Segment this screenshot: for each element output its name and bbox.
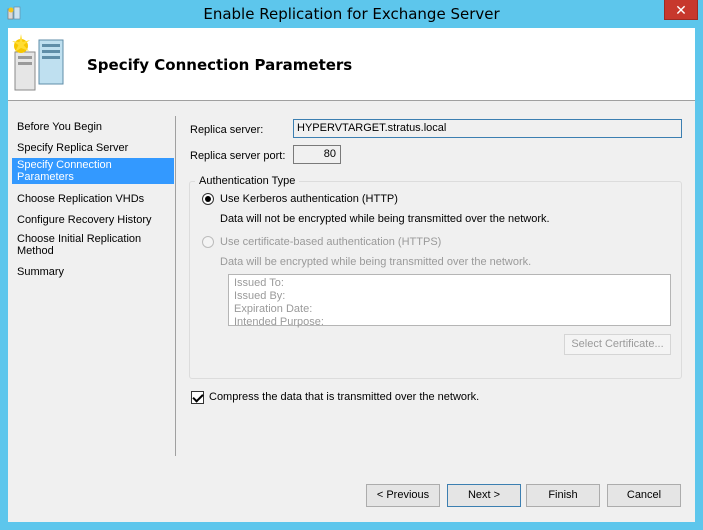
compress-checkbox[interactable] — [191, 391, 204, 404]
select-certificate-button[interactable]: Select Certificate... — [564, 334, 671, 355]
finish-button[interactable]: Finish — [526, 484, 600, 507]
nav-item-configure-recovery-history[interactable]: Configure Recovery History — [12, 213, 174, 227]
dialog-client-area: Specify Connection Parameters Before You… — [8, 28, 695, 522]
certificate-note: Data will be encrypted while being trans… — [220, 256, 532, 268]
replica-port-label: Replica server port: — [190, 150, 286, 162]
replica-server-field[interactable]: HYPERVTARGET.stratus.local — [293, 119, 682, 138]
nav-item-specify-connection-parameters[interactable]: Specify Connection Parameters — [12, 158, 174, 184]
cert-intended-purpose: Intended Purpose: — [234, 316, 324, 328]
wizard-steps-nav: Before You Begin Specify Replica Server … — [8, 102, 176, 442]
nav-item-choose-replication-vhds[interactable]: Choose Replication VHDs — [12, 192, 174, 206]
server-wizard-icon — [12, 34, 64, 91]
certificate-details-box: Issued To: Issued By: Expiration Date: I… — [228, 274, 671, 328]
previous-button[interactable]: < Previous — [366, 484, 440, 507]
certificate-label[interactable]: Use certificate-based authentication (HT… — [220, 236, 441, 248]
replica-port-field[interactable]: 80 — [293, 145, 341, 164]
nav-item-before-you-begin[interactable]: Before You Begin — [12, 120, 174, 134]
nav-divider — [175, 116, 176, 456]
window-title: Enable Replication for Exchange Server — [203, 5, 500, 23]
next-button[interactable]: Next > — [447, 484, 521, 507]
kerberos-note: Data will not be encrypted while being t… — [220, 213, 550, 225]
cert-issued-by: Issued By: — [234, 290, 286, 302]
kerberos-label[interactable]: Use Kerberos authentication (HTTP) — [220, 193, 398, 205]
authentication-group-title: Authentication Type — [195, 175, 300, 187]
dialog-window: Enable Replication for Exchange Server ✕… — [0, 0, 703, 530]
close-icon: ✕ — [675, 2, 687, 18]
kerberos-radio[interactable] — [202, 193, 214, 205]
wizard-header: Specify Connection Parameters — [8, 28, 695, 101]
nav-item-specify-replica-server[interactable]: Specify Replica Server — [12, 141, 174, 155]
cancel-button[interactable]: Cancel — [607, 484, 681, 507]
compress-label[interactable]: Compress the data that is transmitted ov… — [209, 391, 479, 403]
nav-item-summary[interactable]: Summary — [12, 265, 174, 279]
nav-item-choose-initial-replication-method[interactable]: Choose Initial Replication Method — [12, 232, 174, 258]
title-bar[interactable]: Enable Replication for Exchange Server ✕ — [0, 0, 703, 28]
close-button[interactable]: ✕ — [664, 0, 698, 20]
cert-issued-to: Issued To: — [234, 277, 284, 289]
replica-server-label: Replica server: — [190, 124, 264, 136]
page-title: Specify Connection Parameters — [87, 56, 353, 74]
cert-expiration-date: Expiration Date: — [234, 303, 313, 315]
certificate-radio[interactable] — [202, 236, 214, 248]
